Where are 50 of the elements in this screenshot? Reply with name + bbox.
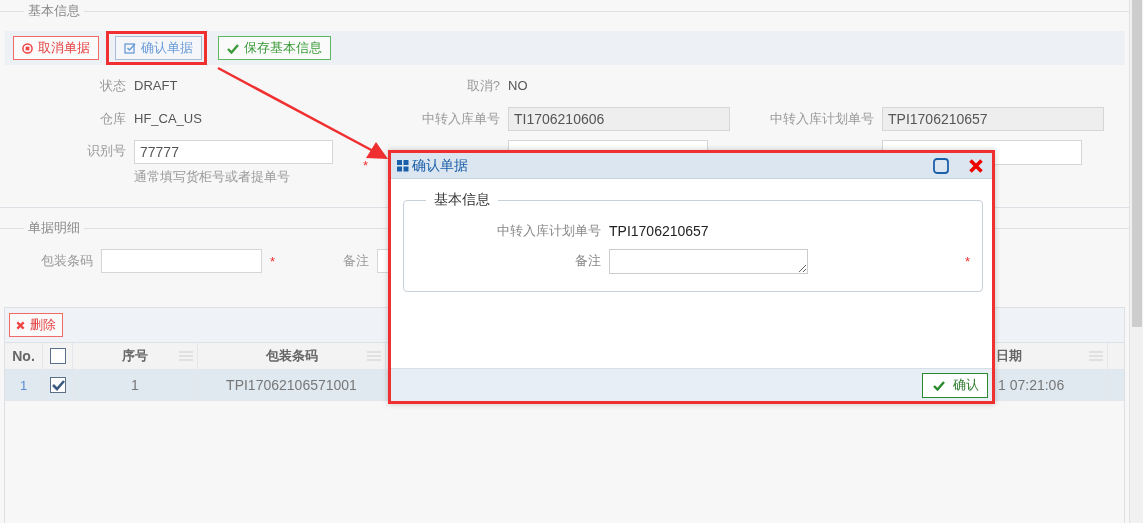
grid-icon xyxy=(397,159,409,172)
dialog-title: 确认单据 xyxy=(412,156,469,175)
save-button[interactable]: 保存基本信息 xyxy=(218,36,331,60)
required-mark: * xyxy=(363,158,369,173)
cancel-button[interactable]: 取消单据 xyxy=(13,36,99,60)
section-title: 基本信息 xyxy=(27,2,81,20)
scroll-thumb[interactable] xyxy=(1132,0,1142,327)
table-cell: 1 xyxy=(73,370,198,400)
checkbox[interactable] xyxy=(49,377,66,393)
field-value: NO xyxy=(507,77,529,95)
field-label: 中转入库计划单号 xyxy=(496,222,601,240)
column-header[interactable]: No. xyxy=(5,343,43,369)
input-field[interactable]: TPI1706210657 xyxy=(882,107,1104,131)
field-value: DRAFT xyxy=(133,77,179,95)
input-field[interactable]: 77777 xyxy=(134,140,333,164)
field-label: 备注 xyxy=(574,252,601,270)
delete-button[interactable]: 删除 xyxy=(9,313,63,337)
check-icon xyxy=(933,379,945,391)
field-label: 中转入库计划单号 xyxy=(769,110,874,128)
checkbox[interactable] xyxy=(49,348,66,364)
section-title: 单据明细 xyxy=(27,219,81,237)
text-area[interactable] xyxy=(609,248,808,274)
field-label: 中转入库单号 xyxy=(421,110,500,128)
column-header[interactable]: 包装条码 xyxy=(198,343,386,369)
field-label: 仓库 xyxy=(99,110,126,128)
required-mark: * xyxy=(965,253,971,269)
field-label: 备注 xyxy=(343,252,370,270)
field-label: 状态 xyxy=(99,77,126,95)
stop-circle-icon xyxy=(22,42,33,54)
field-value: TPI1706210657 xyxy=(609,223,709,239)
section-title: 基本信息 xyxy=(426,191,498,209)
input-field[interactable]: TI1706210606 xyxy=(508,107,730,131)
maximize-icon[interactable] xyxy=(933,157,949,174)
check-icon xyxy=(227,42,239,54)
input-field[interactable] xyxy=(101,249,262,273)
required-mark: * xyxy=(270,253,276,269)
table-cell: TPI17062106571001 xyxy=(198,370,386,400)
close-icon xyxy=(16,320,25,330)
confirm-button[interactable]: 确认单据 xyxy=(115,36,202,60)
column-header[interactable]: 序号 xyxy=(73,343,198,369)
field-label: 识别号 xyxy=(86,142,126,160)
hint-text: 通常填写货柜号或者提单号 xyxy=(133,169,291,186)
close-icon[interactable] xyxy=(968,157,984,174)
confirm-button[interactable]: 确认 xyxy=(922,372,988,398)
field-label: 包装条码 xyxy=(40,252,93,270)
field-label: 取消? xyxy=(465,77,500,95)
field-value: HF_CA_US xyxy=(133,110,203,128)
row-number: 1 xyxy=(5,370,43,400)
checkbox-icon xyxy=(124,42,136,54)
scrollbar[interactable] xyxy=(1129,0,1143,523)
